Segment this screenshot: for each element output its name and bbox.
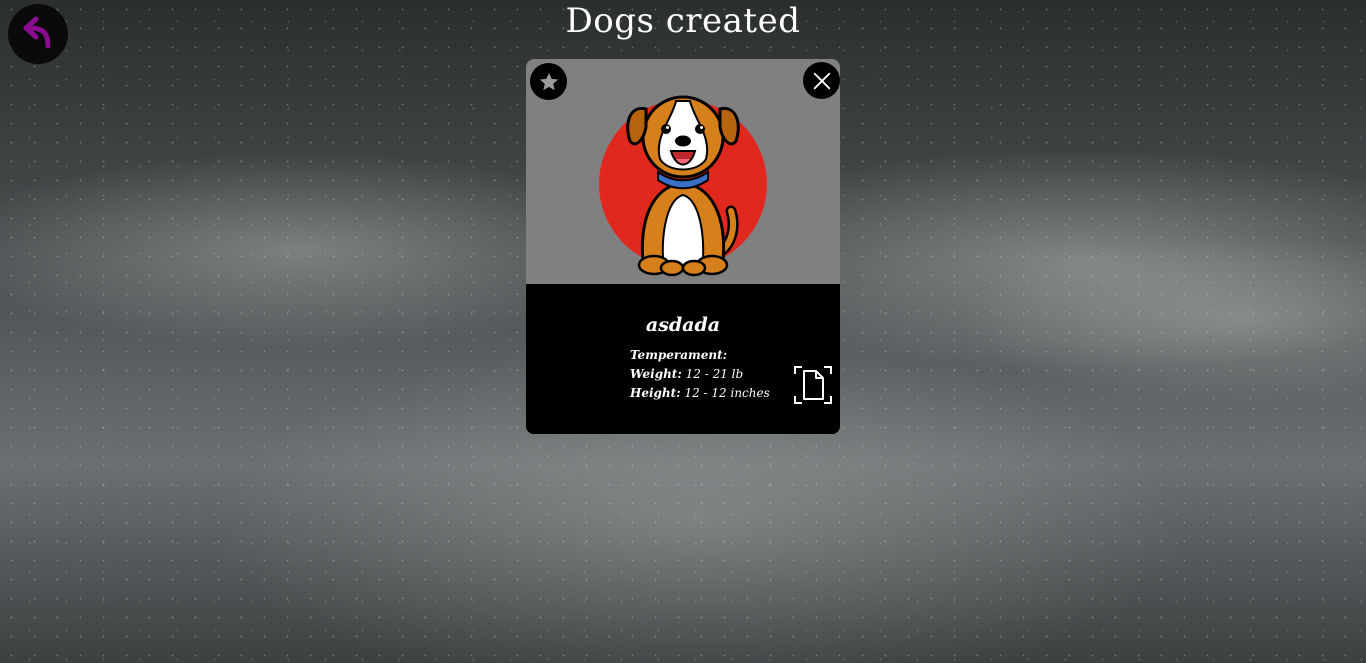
weight-label: Weight:	[630, 367, 682, 381]
dog-name: asdada	[645, 314, 721, 336]
weight-row: Weight: 12 - 21 lb	[630, 365, 770, 384]
close-icon	[813, 72, 830, 89]
dog-info: asdada Temperament: Weight: 12 - 21 lb H…	[526, 284, 840, 434]
document-icon	[794, 366, 832, 404]
dog-details: Temperament: Weight: 12 - 21 lb Height: …	[630, 346, 770, 403]
height-label: Height:	[630, 386, 681, 400]
dog-card: asdada Temperament: Weight: 12 - 21 lb H…	[526, 59, 840, 434]
temperament-row: Temperament:	[630, 346, 770, 365]
temperament-label: Temperament:	[630, 348, 728, 362]
weight-value: 12 - 21 lb	[685, 367, 744, 381]
height-value: 12 - 12 inches	[684, 386, 770, 400]
favorite-button[interactable]	[530, 63, 567, 100]
close-button[interactable]	[803, 62, 840, 99]
page-title: Dogs created	[565, 1, 801, 41]
dog-illustration	[599, 95, 767, 277]
detail-button[interactable]	[794, 366, 832, 404]
dog-image	[526, 59, 840, 284]
height-row: Height: 12 - 12 inches	[630, 384, 770, 403]
star-icon	[539, 72, 558, 90]
